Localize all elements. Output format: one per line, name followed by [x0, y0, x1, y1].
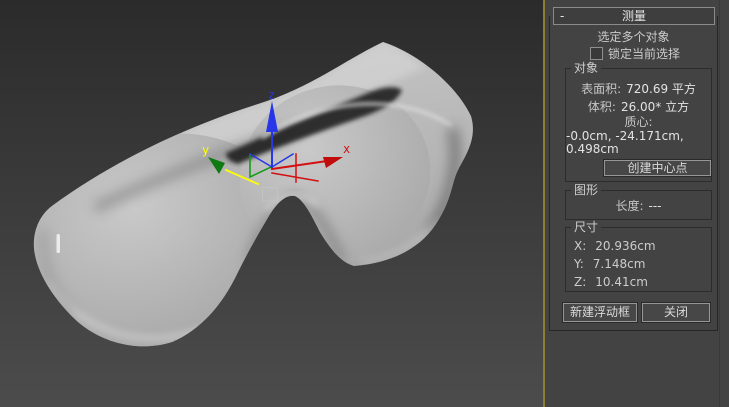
volume-row: 体积: 26.00* 立方 [566, 101, 711, 114]
create-center-point-button[interactable]: 创建中心点 [604, 160, 711, 176]
centroid-label: 质心: [624, 116, 652, 129]
rollout-header-measure[interactable]: - 测量 [553, 7, 715, 25]
surface-area-row: 表面积: 720.69 平方 [566, 83, 711, 96]
volume-value: 26.00* 立方 [621, 101, 689, 114]
selection-status-text: 选定多个对象 [551, 31, 716, 44]
lock-selection-label: 锁定当前选择 [608, 45, 680, 62]
dimension-z-row: Z: 10.41cm [574, 276, 648, 289]
panel-scroll-strip[interactable] [719, 0, 720, 407]
length-value: --- [649, 200, 662, 213]
dimension-y-row: Y: 7.148cm [574, 258, 645, 271]
surface-area-label: 表面积: [581, 83, 621, 96]
centroid-row: 质心: [566, 116, 711, 129]
lock-selection-row[interactable]: 锁定当前选择 [590, 46, 680, 60]
object-group: 对象 表面积: 720.69 平方 体积: 26.00* 立方 质心: -0.0… [565, 68, 712, 182]
close-button[interactable]: 关闭 [642, 303, 710, 322]
viewport-3d[interactable]: z x y [0, 0, 543, 407]
centroid-value: -0.0cm, -24.171cm, 0.498cm [566, 130, 711, 156]
centroid-value-row: -0.0cm, -24.171cm, 0.498cm [566, 130, 711, 156]
z-axis-label: z [268, 88, 275, 102]
dimension-x-row: X: 20.936cm [574, 240, 656, 253]
collapse-minus-icon[interactable]: - [560, 8, 564, 24]
dim-y-label: Y: [574, 258, 584, 271]
dimensions-group: 尺寸 X: 20.936cm Y: 7.148cm Z: 10.41cm [565, 227, 712, 292]
x-axis-label: x [343, 142, 350, 156]
dim-x-value: 20.936cm [595, 240, 655, 253]
measure-panel: - 测量 选定多个对象 锁定当前选择 对象 表面积: 720.69 平方 体积:… [545, 0, 729, 407]
object-group-title: 对象 [571, 62, 601, 75]
dimensions-group-title: 尺寸 [571, 221, 601, 234]
rollout-title: 测量 [622, 9, 646, 23]
shape-group: 图形 长度: --- [565, 190, 712, 220]
new-floater-button[interactable]: 新建浮动框 [563, 303, 637, 322]
length-label: 长度: [615, 200, 643, 213]
dim-y-value: 7.148cm [593, 258, 646, 271]
shape-group-title: 图形 [571, 184, 601, 197]
volume-label: 体积: [588, 101, 616, 114]
length-row: 长度: --- [566, 200, 711, 213]
lock-selection-checkbox[interactable] [590, 47, 603, 60]
surface-area-value: 720.69 平方 [626, 83, 696, 96]
dim-z-value: 10.41cm [595, 276, 648, 289]
lens-highlight-tick [57, 234, 61, 253]
max-measure-window: z x y - 测量 选定多个对象 锁定当前选择 [0, 0, 729, 407]
dim-x-label: X: [574, 240, 586, 253]
y-axis-label: y [202, 143, 209, 157]
dim-z-label: Z: [574, 276, 586, 289]
